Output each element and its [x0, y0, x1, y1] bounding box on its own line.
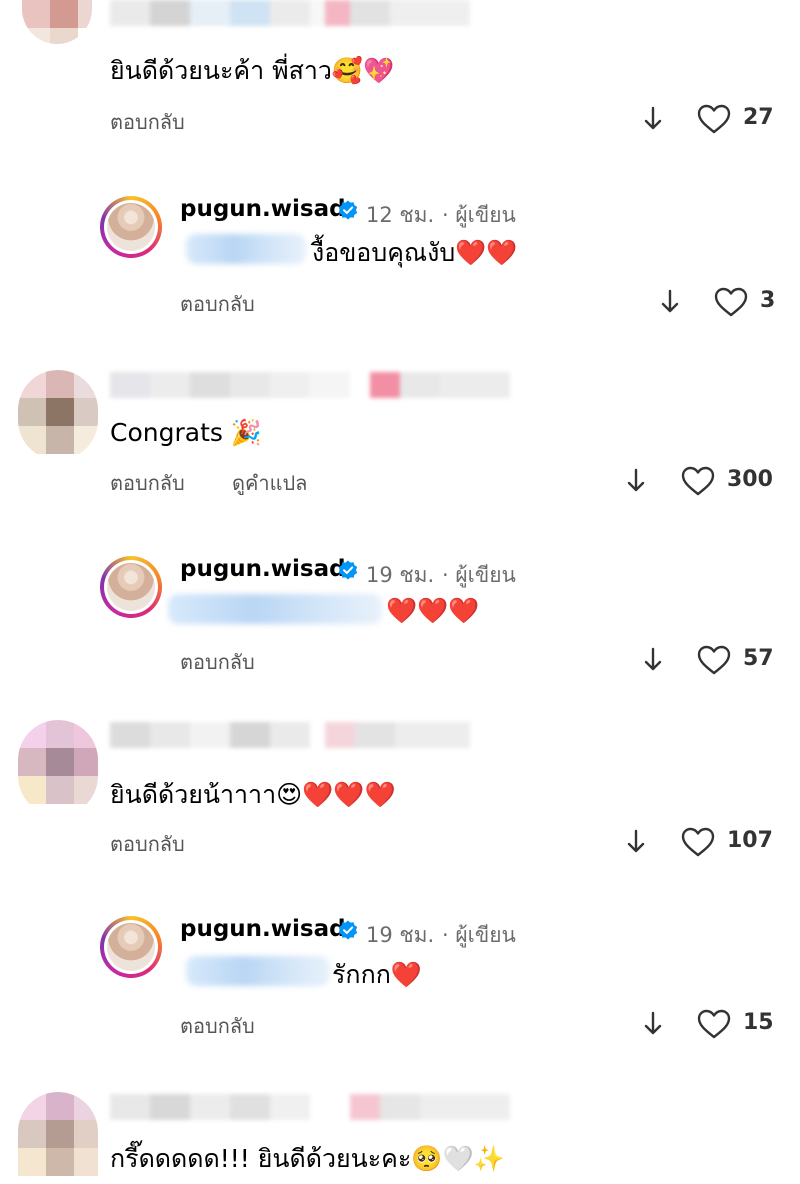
reply-text: งื้อขอบคุณงับ❤️❤️: [312, 238, 518, 267]
heart-icon[interactable]: [681, 827, 715, 857]
heart-icon[interactable]: [714, 287, 748, 317]
heart-icon[interactable]: [681, 466, 715, 496]
reply-button[interactable]: ตอบกลับ: [110, 828, 185, 860]
heart-icon[interactable]: [697, 104, 731, 134]
like-count: 107: [727, 828, 773, 853]
author-tag: · ผู้เขียน: [442, 203, 516, 227]
avatar-blurred[interactable]: [18, 720, 98, 816]
avatar-inner: [104, 200, 158, 254]
reply-button[interactable]: ตอบกลับ: [180, 646, 255, 678]
author-tag: · ผู้เขียน: [442, 923, 516, 947]
comment-text: ยินดีด้วยน้าาาา😍❤️❤️❤️: [110, 780, 396, 809]
like-count: 3: [760, 288, 776, 313]
down-arrow-icon[interactable]: [643, 106, 663, 132]
reply-button[interactable]: ตอบกลับ: [110, 467, 185, 499]
username-blurred[interactable]: [110, 1094, 510, 1120]
comment-text: Congrats 🎉: [110, 418, 262, 447]
avatar-photo: [107, 203, 155, 251]
down-arrow-icon[interactable]: [660, 289, 680, 315]
reply-text: รักกก❤️: [332, 960, 422, 989]
down-arrow-icon[interactable]: [626, 829, 646, 855]
reply-button[interactable]: ตอบกลับ: [180, 1010, 255, 1042]
username-blurred[interactable]: [110, 722, 470, 748]
down-arrow-icon[interactable]: [626, 468, 646, 494]
down-arrow-icon[interactable]: [643, 647, 663, 673]
reply-button[interactable]: ตอบกลับ: [110, 106, 185, 138]
username[interactable]: pugun.wisad: [180, 916, 346, 942]
avatar-story-ring[interactable]: [100, 556, 162, 618]
username[interactable]: pugun.wisad: [180, 196, 346, 222]
heart-icon[interactable]: [697, 1009, 731, 1039]
like-count: 27: [743, 105, 774, 130]
verified-badge-icon: [338, 200, 358, 220]
timestamp: 19 ชม.: [366, 923, 435, 947]
reply-button[interactable]: ตอบกลับ: [180, 288, 255, 320]
avatar-inner: [104, 920, 158, 974]
mention-blurred[interactable]: [186, 956, 330, 986]
avatar-story-ring[interactable]: [100, 196, 162, 258]
like-count: 300: [727, 467, 773, 492]
verified-badge-icon: [338, 920, 358, 940]
like-count: 57: [743, 646, 774, 671]
see-translation-button[interactable]: ดูคำแปล: [232, 467, 307, 499]
avatar-photo: [107, 923, 155, 971]
reply-text: ❤️❤️❤️: [386, 596, 480, 625]
comment-text: กรี๊ดดดดด!!! ยินดีด้วยนะคะ🥺🤍✨: [110, 1144, 505, 1173]
author-tag: · ผู้เขียน: [442, 563, 516, 587]
username-blurred[interactable]: [110, 0, 470, 26]
username[interactable]: pugun.wisad: [180, 556, 346, 582]
heart-icon[interactable]: [697, 645, 731, 675]
avatar-blurred[interactable]: [22, 0, 92, 44]
comment-text: ยินดีด้วยนะค้า พี่สาว🥰💖: [110, 56, 395, 85]
down-arrow-icon[interactable]: [643, 1011, 663, 1037]
avatar-blurred[interactable]: [18, 370, 98, 460]
username-blurred[interactable]: [110, 372, 510, 398]
avatar-blurred[interactable]: [18, 1092, 98, 1184]
mention-blurred[interactable]: [186, 234, 306, 264]
verified-badge-icon: [338, 560, 358, 580]
timestamp: 12 ชม.: [366, 203, 435, 227]
avatar-photo: [107, 563, 155, 611]
avatar-story-ring[interactable]: [100, 916, 162, 978]
avatar-inner: [104, 560, 158, 614]
mention-blurred[interactable]: [168, 594, 382, 624]
timestamp: 19 ชม.: [366, 563, 435, 587]
like-count: 15: [743, 1010, 774, 1035]
